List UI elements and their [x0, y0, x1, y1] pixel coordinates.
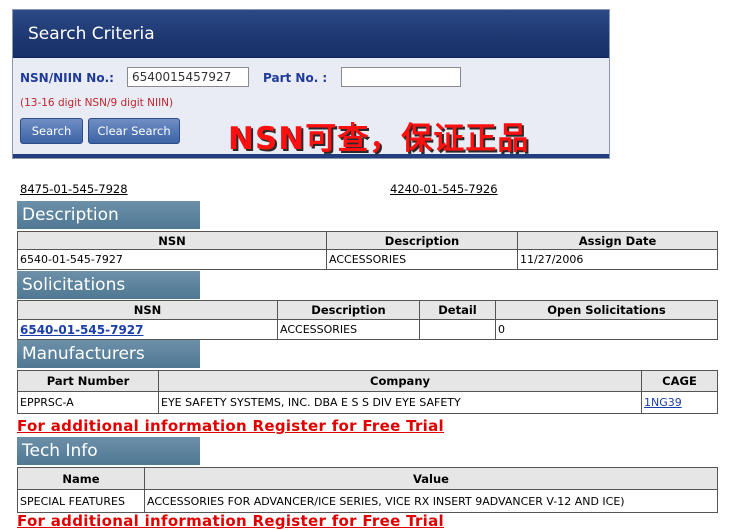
column-header: NSN	[17, 231, 327, 250]
nsn-cell: 6540-01-545-7927	[17, 249, 327, 270]
nsn-hint: (13-16 digit NSN/9 digit NIIN)	[20, 97, 174, 109]
column-header: Name	[17, 467, 145, 490]
cage-link[interactable]: 1NG39	[644, 396, 682, 409]
solicitations-heading: Solicitations	[17, 271, 200, 299]
register-link[interactable]: For additional information Register for …	[17, 417, 444, 435]
column-header: Description	[277, 300, 420, 320]
description-cell: ACCESSORIES	[277, 319, 420, 340]
part-number-cell: EPPRSC-A	[17, 391, 159, 414]
part-label: Part No.	[263, 71, 319, 85]
promo-banner: NSN可查，保证正品	[228, 121, 530, 157]
open-solicitations-cell: 0	[495, 319, 718, 340]
table-row: 6540-01-545-7927 ACCESSORIES 11/27/2006	[17, 249, 718, 270]
value-cell: ACCESSORIES FOR ADVANCER/ICE SERIES, VIC…	[144, 489, 718, 513]
search-button[interactable]: Search	[20, 118, 83, 144]
column-header: Assign Date	[517, 231, 718, 250]
nsn-label: NSN/NIIN No.	[20, 71, 110, 85]
column-header: Description	[326, 231, 518, 250]
panel-title: Search Criteria	[28, 24, 155, 44]
prev-nsn-link[interactable]: 8475-01-545-7928	[20, 182, 128, 196]
table-row: 6540-01-545-7927 ACCESSORIES 0	[17, 319, 718, 340]
description-heading: Description	[17, 201, 200, 229]
column-header: Value	[144, 467, 718, 490]
column-header: Part Number	[17, 370, 159, 392]
column-header: CAGE	[641, 370, 718, 392]
description-table: NSN Description Assign Date 6540-01-545-…	[17, 231, 718, 270]
nsn-input[interactable]	[127, 67, 249, 87]
name-cell: SPECIAL FEATURES	[17, 489, 145, 513]
solicitations-table: NSN Description Detail Open Solicitation…	[17, 300, 718, 340]
detail-cell	[419, 319, 496, 340]
next-nsn-link[interactable]: 4240-01-545-7926	[390, 182, 498, 196]
column-header: NSN	[17, 300, 278, 320]
column-header: Company	[158, 370, 642, 392]
tech-info-heading: Tech Info	[17, 437, 200, 465]
description-cell: ACCESSORIES	[326, 249, 518, 270]
clear-search-button[interactable]: Clear Search	[88, 118, 180, 144]
table-row: EPPRSC-A EYE SAFETY SYSTEMS, INC. DBA E …	[17, 391, 718, 414]
part-input[interactable]	[341, 67, 461, 87]
table-row: SPECIAL FEATURES ACCESSORIES FOR ADVANCE…	[17, 489, 718, 513]
column-header: Detail	[419, 300, 496, 320]
company-cell: EYE SAFETY SYSTEMS, INC. DBA E S S DIV E…	[158, 391, 642, 414]
manufacturers-heading: Manufacturers	[17, 340, 200, 368]
column-header: Open Solicitations	[495, 300, 718, 320]
manufacturers-table: Part Number Company CAGE EPPRSC-A EYE SA…	[17, 370, 718, 414]
nsn-link[interactable]: 6540-01-545-7927	[20, 323, 144, 337]
assign-date-cell: 11/27/2006	[517, 249, 718, 270]
register-link[interactable]: For additional information Register for …	[17, 512, 444, 530]
tech-info-table: Name Value SPECIAL FEATURES ACCESSORIES …	[17, 467, 718, 513]
